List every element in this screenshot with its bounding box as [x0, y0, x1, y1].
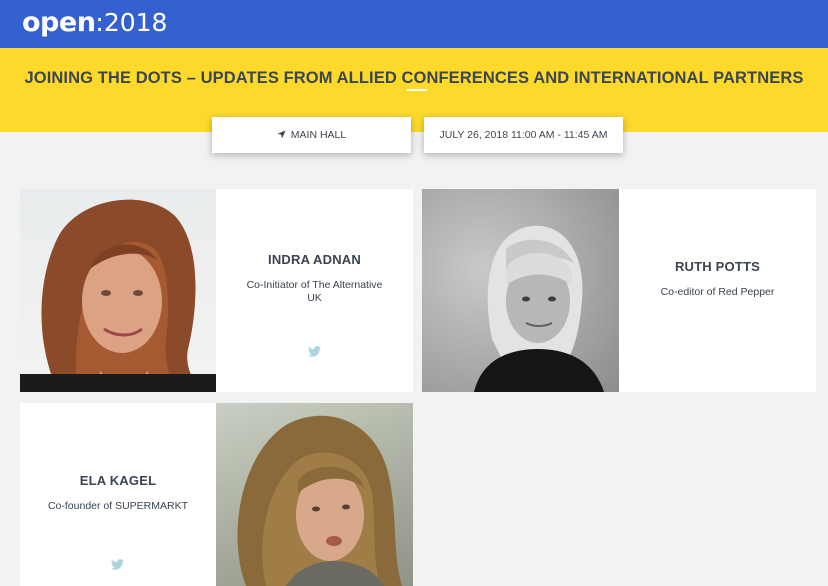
- session-title: JOINING THE DOTS – UPDATES FROM ALLIED C…: [24, 69, 804, 87]
- speaker-info-indra-adnan: INDRA ADNAN Co-Initiator of The Alternat…: [216, 252, 413, 305]
- speaker-info-ela-kagel: ELA KAGEL Co-founder of SUPERMARKT: [20, 473, 216, 513]
- speaker-card-indra-adnan: INDRA ADNAN Co-Initiator of The Alternat…: [20, 189, 413, 392]
- speaker-card-ruth-potts: RUTH POTTS Co-editor of Red Pepper: [422, 189, 816, 392]
- session-datetime: JULY 26, 2018 11:00 AM - 11:45 AM: [439, 129, 608, 141]
- speaker-name: ELA KAGEL: [79, 473, 157, 488]
- logo-word: open: [22, 7, 96, 38]
- speaker-photo-indra-adnan: [20, 189, 216, 392]
- session-location-pill: MAIN HALL: [212, 117, 411, 153]
- speaker-name: RUTH POTTS: [674, 259, 761, 274]
- speaker-name: INDRA ADNAN: [268, 252, 361, 267]
- title-underline-divider: [407, 89, 427, 91]
- speaker-photo-ela-kagel: [216, 403, 413, 586]
- speaker-role: Co-founder of SUPERMARKT: [47, 500, 189, 512]
- logo-year: :2018: [95, 8, 168, 37]
- twitter-icon[interactable]: [111, 559, 124, 570]
- twitter-icon[interactable]: [308, 346, 321, 357]
- speaker-role: Co-editor of Red Pepper: [660, 286, 775, 298]
- speaker-card-ela-kagel: ELA KAGEL Co-founder of SUPERMARKT: [20, 403, 413, 586]
- speaker-photo-ruth-potts: [422, 189, 619, 392]
- speaker-role: Co-Initiator of The Alternative UK: [246, 279, 383, 304]
- session-banner: JOINING THE DOTS – UPDATES FROM ALLIED C…: [0, 48, 828, 132]
- session-location: MAIN HALL: [290, 129, 347, 141]
- speaker-info-ruth-potts: RUTH POTTS Co-editor of Red Pepper: [619, 259, 816, 299]
- site-logo[interactable]: open:2018: [22, 6, 167, 40]
- session-datetime-pill: JULY 26, 2018 11:00 AM - 11:45 AM: [424, 117, 623, 153]
- top-navigation-bar: open:2018: [0, 0, 828, 48]
- location-arrow-icon: [277, 130, 286, 139]
